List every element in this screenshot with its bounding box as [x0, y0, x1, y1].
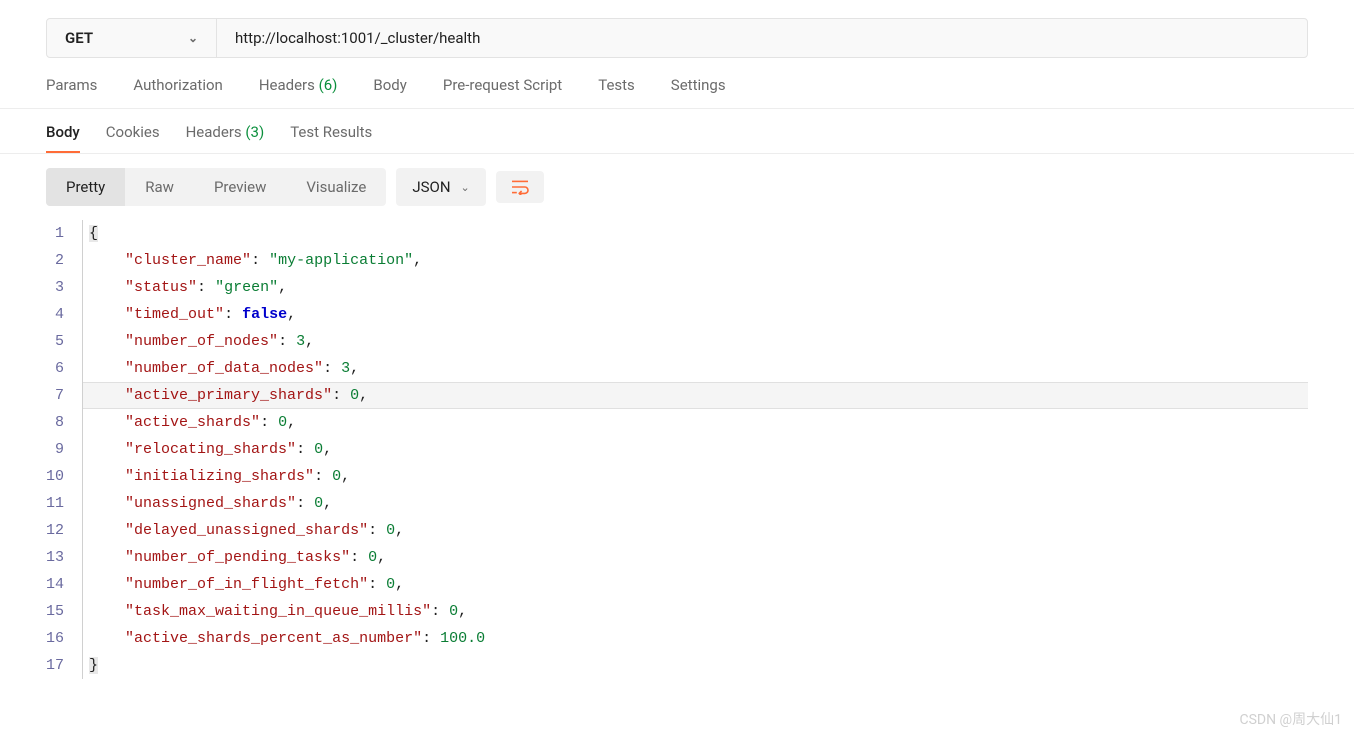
tab-body[interactable]: Body — [373, 76, 406, 108]
tab-settings[interactable]: Settings — [671, 76, 726, 108]
wrap-icon — [510, 179, 530, 195]
format-select[interactable]: JSON ⌄ — [396, 168, 485, 206]
view-mode-group: Pretty Raw Preview Visualize — [46, 168, 386, 206]
view-pretty[interactable]: Pretty — [46, 168, 125, 206]
tab-authorization[interactable]: Authorization — [133, 76, 222, 108]
line-gutter: 1234567891011121314151617 — [46, 220, 82, 679]
resp-tab-cookies[interactable]: Cookies — [106, 123, 160, 153]
http-method-select[interactable]: GET ⌄ — [47, 19, 217, 57]
url-input[interactable]: http://localhost:1001/_cluster/health — [217, 19, 1307, 57]
tab-pre-request-script[interactable]: Pre-request Script — [443, 76, 562, 108]
tab-tests[interactable]: Tests — [598, 76, 635, 108]
response-body-viewer[interactable]: 1234567891011121314151617 { "cluster_nam… — [0, 220, 1354, 679]
chevron-down-icon: ⌄ — [188, 31, 198, 45]
watermark: CSDN @周大仙1 — [1239, 709, 1342, 729]
resp-tab-test-results[interactable]: Test Results — [290, 123, 372, 153]
tab-params[interactable]: Params — [46, 76, 97, 108]
url-text: http://localhost:1001/_cluster/health — [235, 29, 480, 47]
response-tabs: Body Cookies Headers (3) Test Results — [0, 109, 1354, 154]
request-tabs: Params Authorization Headers (6) Body Pr… — [0, 58, 1354, 109]
format-label: JSON — [412, 178, 450, 196]
http-method-label: GET — [65, 29, 93, 47]
resp-tab-body[interactable]: Body — [46, 123, 80, 153]
request-bar: GET ⌄ http://localhost:1001/_cluster/hea… — [46, 18, 1308, 58]
view-visualize[interactable]: Visualize — [286, 168, 386, 206]
response-toolbar: Pretty Raw Preview Visualize JSON ⌄ — [0, 154, 1354, 220]
chevron-down-icon: ⌄ — [461, 181, 470, 194]
wrap-lines-button[interactable] — [496, 171, 544, 203]
code-content: { "cluster_name": "my-application", "sta… — [82, 220, 1308, 679]
resp-tab-headers[interactable]: Headers (3) — [186, 123, 265, 153]
view-preview[interactable]: Preview — [194, 168, 286, 206]
tab-headers[interactable]: Headers (6) — [259, 76, 338, 108]
view-raw[interactable]: Raw — [125, 168, 194, 206]
